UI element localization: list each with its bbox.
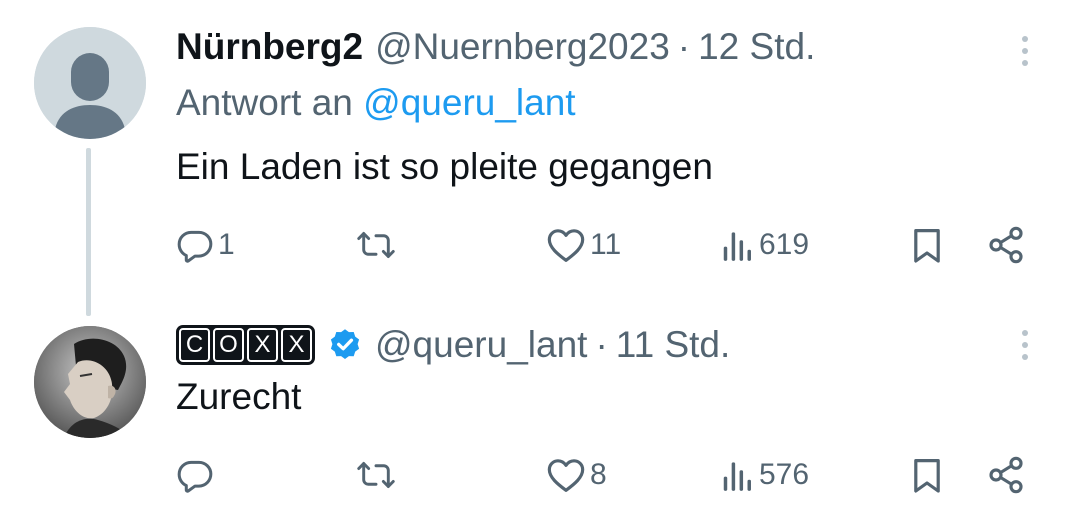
retweet-icon xyxy=(357,462,395,488)
heart-icon xyxy=(547,229,585,262)
bookmark-button[interactable] xyxy=(911,450,943,500)
bookmark-icon xyxy=(914,229,940,263)
reply-button[interactable]: 1 xyxy=(176,220,235,270)
heart-icon xyxy=(547,459,585,492)
reply-count: 1 xyxy=(218,228,235,261)
reply-icon xyxy=(177,460,213,493)
bookmark-icon xyxy=(914,459,940,493)
display-name[interactable]: Nürnberg2 xyxy=(176,26,363,68)
reply-icon xyxy=(177,230,213,263)
action-bar: 1 11 619 xyxy=(176,220,1046,270)
avatar[interactable] xyxy=(34,326,146,438)
views-button[interactable]: 619 xyxy=(721,220,809,270)
retweet-icon xyxy=(357,232,395,258)
separator: · xyxy=(677,26,691,67)
timestamp[interactable]: 11 Std. xyxy=(616,324,731,366)
retweet-button[interactable] xyxy=(356,450,400,500)
reply-mention-link[interactable]: @queru_lant xyxy=(363,82,575,123)
verified-badge-icon[interactable] xyxy=(327,327,363,363)
like-button[interactable]: 11 xyxy=(546,220,621,270)
profile-photo xyxy=(34,326,146,438)
display-name-letter: C xyxy=(179,328,210,362)
separator: · xyxy=(595,324,608,365)
user-handle[interactable]: @queru_lant xyxy=(375,324,587,366)
display-name-letter: O xyxy=(213,328,244,362)
user-handle[interactable]: @Nuernberg2023 xyxy=(375,26,670,68)
like-button[interactable]: 8 xyxy=(546,450,607,500)
retweet-button[interactable] xyxy=(356,220,400,270)
timestamp[interactable]: 12 Std. xyxy=(698,26,815,68)
default-avatar-icon xyxy=(34,27,146,139)
views-button[interactable]: 576 xyxy=(721,450,809,500)
avatar[interactable] xyxy=(34,27,146,139)
thread-line xyxy=(86,148,91,316)
tweet-text: Ein Laden ist so pleite gegangen xyxy=(176,146,713,187)
like-count: 8 xyxy=(590,458,607,491)
share-icon xyxy=(989,456,1023,494)
reply-context: Antwort an @queru_lant xyxy=(176,82,576,124)
reply-prefix: Antwort an xyxy=(176,82,353,123)
views-count: 576 xyxy=(759,458,810,491)
reply-button[interactable] xyxy=(176,450,218,500)
like-count: 11 xyxy=(590,228,622,261)
tweet-header: Nürnberg2 @Nuernberg2023 · 12 Std. xyxy=(176,22,815,72)
more-options-icon[interactable] xyxy=(1018,36,1032,66)
views-icon xyxy=(723,232,751,261)
tweet-header: C O X X @queru_lant · 11 Std. xyxy=(176,320,730,370)
bookmark-button[interactable] xyxy=(911,220,943,270)
share-button[interactable] xyxy=(986,220,1026,270)
tweet-text: Zurecht xyxy=(176,376,302,417)
more-options-icon[interactable] xyxy=(1018,330,1032,360)
views-count: 619 xyxy=(759,228,810,261)
share-button[interactable] xyxy=(986,450,1026,500)
share-icon xyxy=(989,226,1023,264)
display-name-letter: X xyxy=(247,328,278,362)
action-bar: 8 576 xyxy=(176,450,1046,500)
display-name-letter: X xyxy=(281,328,312,362)
views-icon xyxy=(723,462,751,491)
display-name[interactable]: C O X X xyxy=(176,325,315,365)
